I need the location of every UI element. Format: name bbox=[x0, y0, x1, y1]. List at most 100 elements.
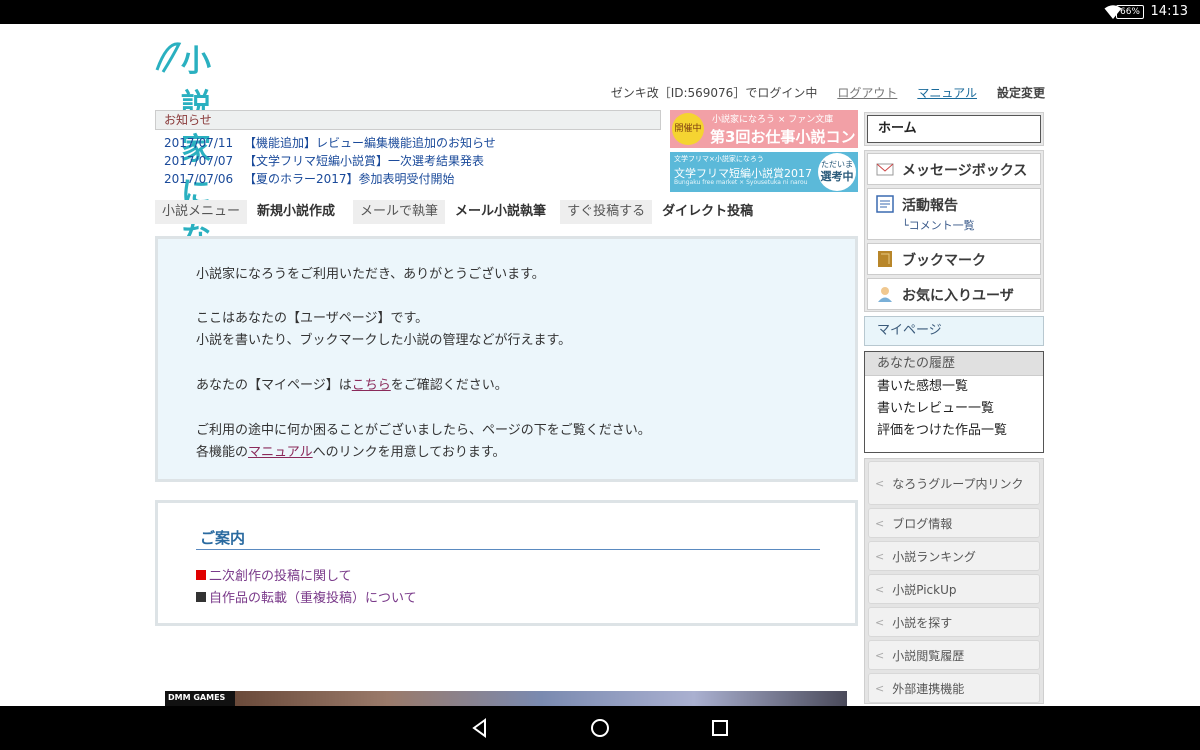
android-status-bar: 66% 14:13 bbox=[0, 0, 1200, 24]
notice-date: 2017/07/11 bbox=[164, 136, 234, 150]
sidebar-item-favorite-users[interactable]: お気に入りユーザ bbox=[867, 278, 1041, 310]
history-heading: あなたの履歴 bbox=[865, 352, 1043, 376]
sidebar-item-messages[interactable]: メッセージボックス bbox=[867, 153, 1041, 185]
welcome-line: ご利用の途中に何か困ることがございましたら、ページの下をご覧ください。 bbox=[196, 423, 651, 438]
manual-help-link[interactable]: マニュアル bbox=[248, 445, 313, 460]
contest-banner[interactable]: 開催中 小説家になろう × ファン文庫 第3回お仕事小説コン bbox=[670, 110, 858, 148]
notice-item[interactable]: 2017/07/06 【夏のホラー2017】参加表明受付開始 bbox=[164, 170, 496, 188]
chevron-left-icon: < bbox=[875, 582, 885, 596]
notice-item[interactable]: 2017/07/07 【文学フリマ短編小説賞】一次選考結果発表 bbox=[164, 152, 496, 170]
sidebar-link-label: 小説を探す bbox=[892, 615, 953, 630]
text: あなたの【マイページ】は bbox=[196, 378, 352, 393]
history-item-ratings[interactable]: 評価をつけた作品一覧 bbox=[865, 420, 1043, 442]
text: をご確認ください。 bbox=[390, 378, 508, 393]
sidebar-mypage[interactable]: マイページ bbox=[864, 316, 1044, 346]
action-label: 小説メニュー bbox=[155, 200, 248, 224]
home-icon[interactable] bbox=[588, 716, 612, 740]
sidebar-links: < なろうグループ内リンク < ブログ情報 < 小説ランキング < 小説PickUp <… bbox=[864, 458, 1044, 704]
sidebar-item-activity[interactable]: 活動報告 └コメント一覧 bbox=[867, 188, 1041, 240]
bunfuri-banner-sub: Bungaku free market × Syousetuka ni naro… bbox=[674, 179, 808, 186]
notice-title[interactable]: 【夏のホラー2017】参加表明受付開始 bbox=[244, 170, 455, 188]
sidebar-home-box: ホーム bbox=[864, 112, 1044, 146]
sidebar-link[interactable]: < 小説ランキング bbox=[868, 541, 1040, 571]
sidebar-item-label: 活動報告 bbox=[902, 198, 958, 214]
sidebar-item-label: お気に入りユーザ bbox=[902, 288, 1014, 304]
mail-novel-button[interactable]: メール小説執筆 bbox=[445, 200, 558, 224]
welcome-line: ここはあなたの【ユーザページ】です。 bbox=[196, 311, 429, 326]
welcome-panel: 小説家になろうをご利用いただき、ありがとうございます。 ここはあなたの【ユーザペ… bbox=[155, 236, 858, 482]
login-status: ゼンキ改［ID:569076］でログイン中 bbox=[610, 86, 818, 100]
welcome-line: 小説を書いたり、ブックマークした小説の管理などが行えます。 bbox=[196, 333, 572, 348]
sidebar-link-label: 小説PickUp bbox=[892, 582, 957, 597]
sidebar-link[interactable]: < 小説を探す bbox=[868, 607, 1040, 637]
settings-link[interactable]: 設定変更 bbox=[997, 84, 1045, 101]
guide-title: ご案内 bbox=[200, 529, 246, 547]
action-bar: 小説メニュー 新規小説作成 メールで執筆 メール小説執筆 すぐ投稿する ダイレク… bbox=[155, 200, 765, 224]
sidebar-menu: メッセージボックス 活動報告 └コメント一覧 ブックマーク お気に入りユーザ bbox=[864, 150, 1044, 312]
sidebar-link[interactable]: < なろうグループ内リンク bbox=[868, 461, 1040, 505]
chevron-left-icon: < bbox=[875, 516, 885, 530]
sidebar-item-label: ブックマーク bbox=[902, 253, 986, 269]
new-novel-button[interactable]: 新規小説作成 bbox=[247, 200, 347, 224]
notice-title[interactable]: 【機能追加】レビュー編集機能追加のお知らせ bbox=[244, 134, 496, 152]
notice-date: 2017/07/06 bbox=[164, 172, 234, 186]
action-label: すぐ投稿する bbox=[560, 200, 653, 224]
notice-item[interactable]: 2017/07/11 【機能追加】レビュー編集機能追加のお知らせ bbox=[164, 134, 496, 152]
bunfuri-banner[interactable]: 文学フリマ×小説家になろう 文学フリマ短編小説賞2017 Bungaku fre… bbox=[670, 152, 858, 192]
text: へのリンクを用意しております。 bbox=[312, 445, 506, 460]
sidebar-item-label: メッセージボックス bbox=[902, 163, 1028, 179]
guide-item-label: 自作品の転載（重複投稿）について bbox=[209, 591, 417, 606]
bookmark-icon bbox=[878, 251, 892, 267]
notice-date: 2017/07/07 bbox=[164, 154, 234, 168]
mypage-line: あなたの【マイページ】はこちらをご確認ください。 bbox=[196, 374, 508, 393]
sidebar-link[interactable]: < ブログ情報 bbox=[868, 508, 1040, 538]
android-nav-bar bbox=[0, 706, 1200, 750]
notice-heading: お知らせ bbox=[155, 110, 661, 130]
guide-item-repost[interactable]: 自作品の転載（重複投稿）について bbox=[196, 587, 417, 606]
sidebar-home[interactable]: ホーム bbox=[867, 115, 1041, 143]
manual-link[interactable]: マニュアル bbox=[917, 84, 977, 101]
text: 各機能の bbox=[196, 445, 249, 460]
sidebar-history: あなたの履歴 書いた感想一覧 書いたレビュー一覧 評価をつけた作品一覧 bbox=[864, 351, 1044, 453]
sidebar-link[interactable]: < 外部連携機能 bbox=[868, 673, 1040, 703]
report-icon bbox=[876, 195, 894, 213]
contest-banner-title: 第3回お仕事小説コン bbox=[710, 128, 856, 146]
notice-title[interactable]: 【文学フリマ短編小説賞】一次選考結果発表 bbox=[244, 152, 484, 170]
sidebar-link-label: 小説閲覧履歴 bbox=[892, 648, 965, 663]
bunfuri-banner-top: 文学フリマ×小説家になろう bbox=[674, 155, 764, 163]
mypage-link[interactable]: こちら bbox=[352, 378, 391, 393]
notice-list: 2017/07/11 【機能追加】レビュー編集機能追加のお知らせ 2017/07… bbox=[164, 134, 496, 188]
clock: 14:13 bbox=[1150, 4, 1188, 19]
chevron-left-icon: < bbox=[875, 681, 885, 695]
badge-main: 選考中 bbox=[820, 170, 854, 183]
comment-list-link[interactable]: └コメント一覧 bbox=[902, 217, 975, 233]
back-icon[interactable] bbox=[468, 716, 492, 740]
history-item-reviews-written[interactable]: 書いた感想一覧 bbox=[865, 376, 1043, 398]
chevron-left-icon: < bbox=[875, 549, 885, 563]
ad-artwork bbox=[235, 691, 847, 706]
sidebar-link-label: なろうグループ内リンク bbox=[892, 476, 1024, 491]
guide-divider bbox=[196, 549, 820, 550]
sidebar-link-label: ブログ情報 bbox=[892, 516, 953, 531]
chevron-left-icon: < bbox=[875, 615, 885, 629]
action-label: メールで執筆 bbox=[353, 200, 446, 224]
battery-indicator: 66% bbox=[1115, 5, 1144, 19]
sidebar-link[interactable]: < 小説閲覧履歴 bbox=[868, 640, 1040, 670]
chevron-left-icon: < bbox=[875, 476, 885, 490]
sidebar-link[interactable]: < 小説PickUp bbox=[868, 574, 1040, 604]
envelope-icon bbox=[876, 163, 894, 176]
contest-banner-top: 小説家になろう × ファン文庫 bbox=[712, 115, 834, 125]
logout-link[interactable]: ログアウト bbox=[837, 84, 897, 101]
recents-icon[interactable] bbox=[708, 716, 732, 740]
ad-label: DMM GAMES bbox=[168, 693, 226, 702]
guide-item-derivative[interactable]: 二次創作の投稿に関して bbox=[196, 565, 352, 584]
contest-banner-tag: 開催中 bbox=[672, 113, 704, 145]
login-bar: ゼンキ改［ID:569076］でログイン中 ログアウト マニュアル 設定変更 bbox=[611, 84, 1045, 101]
bunfuri-banner-badge: ただいま 選考中 bbox=[818, 153, 856, 191]
direct-post-button[interactable]: ダイレクト投稿 bbox=[652, 200, 765, 224]
history-item-reviews[interactable]: 書いたレビュー一覧 bbox=[865, 398, 1043, 420]
ad-banner[interactable]: DMM GAMES bbox=[165, 691, 847, 706]
user-icon bbox=[878, 287, 892, 302]
sidebar-link-label: 外部連携機能 bbox=[892, 681, 965, 696]
sidebar-item-bookmark[interactable]: ブックマーク bbox=[867, 243, 1041, 275]
